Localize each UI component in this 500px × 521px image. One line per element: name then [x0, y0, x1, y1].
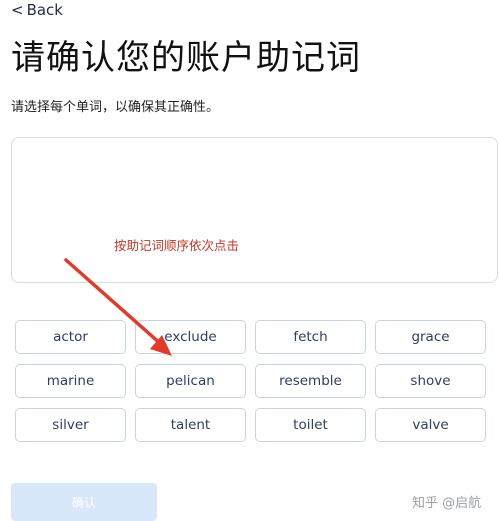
page-subtitle: 请选择每个单词，以确保其正确性。 [11, 100, 220, 115]
page-title: 请确认您的账户助记词 [11, 38, 361, 78]
word-button[interactable]: fetch [255, 320, 366, 354]
word-button[interactable]: valve [375, 408, 486, 442]
chevron-left-icon: < [11, 0, 24, 19]
word-button[interactable]: silver [15, 408, 126, 442]
annotation-hint: 按助记词顺序依次点击 [114, 238, 240, 253]
selected-words-area[interactable] [11, 137, 498, 283]
word-button[interactable]: exclude [135, 320, 246, 354]
back-label: Back [26, 1, 63, 19]
word-button[interactable]: toilet [255, 408, 366, 442]
confirm-button[interactable]: 确认 [11, 483, 157, 521]
word-button[interactable]: shove [375, 364, 486, 398]
back-button[interactable]: < Back [11, 1, 63, 19]
word-button[interactable]: resemble [255, 364, 366, 398]
word-grid: actor exclude fetch grace marine pelican… [15, 320, 486, 442]
word-button[interactable]: pelican [135, 364, 246, 398]
word-button[interactable]: talent [135, 408, 246, 442]
word-button[interactable]: marine [15, 364, 126, 398]
word-button[interactable]: grace [375, 320, 486, 354]
watermark: 知乎 @启航 [412, 496, 482, 511]
word-button[interactable]: actor [15, 320, 126, 354]
